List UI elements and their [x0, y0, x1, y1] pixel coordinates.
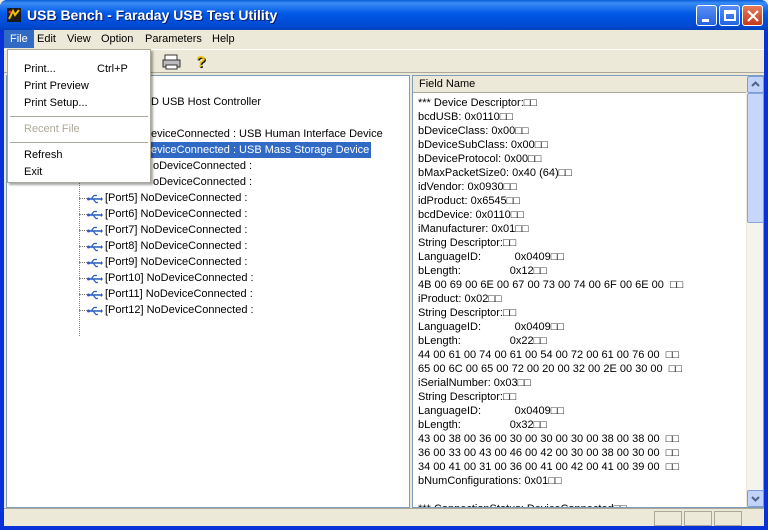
menu-item-refresh[interactable]: Refresh	[8, 147, 150, 164]
usb-icon	[87, 257, 103, 268]
descriptor-row: iManufacturer: 0x01□□	[418, 223, 529, 235]
descriptor-row: 36 00 33 00 43 00 46 00 42 00 30 00 38 0…	[418, 447, 680, 459]
descriptor-row: 65 00 6C 00 65 00 72 00 20 00 32 00 2E 0…	[418, 363, 683, 375]
tree-label: [Port6] NoDeviceConnected :	[105, 208, 248, 220]
descriptor-detail-pane[interactable]: Field Name *** Device Descriptor:□□ bcdUS…	[412, 75, 764, 508]
printer-icon	[162, 54, 181, 70]
tree-label: [Port8] NoDeviceConnected :	[105, 240, 248, 252]
close-icon	[747, 10, 759, 22]
app-icon	[7, 8, 21, 22]
descriptor-row: bNumConfigurations: 0x01□□	[418, 475, 562, 487]
help-question-icon: ? ?	[196, 54, 207, 72]
minimize-button[interactable]	[696, 5, 717, 26]
minimize-icon	[702, 19, 709, 22]
usb-icon	[87, 209, 103, 220]
scroll-thumb[interactable]	[747, 93, 763, 223]
chevron-down-icon	[751, 496, 760, 502]
status-cell	[684, 511, 712, 526]
print-button[interactable]	[161, 52, 183, 72]
svg-text:?: ?	[196, 54, 206, 71]
tree-label: [Port7] NoDeviceConnected :	[105, 224, 248, 236]
descriptor-row: LanguageID: 0x0409□□	[418, 405, 564, 417]
menu-file[interactable]: File	[4, 30, 34, 48]
tree-connector	[79, 176, 80, 336]
file-menu-dropdown: Print... Ctrl+P Print Preview Print Setu…	[7, 49, 151, 183]
tree-label: D USB Host Controller	[151, 96, 262, 108]
descriptor-row: bMaxPacketSize0: 0x40 (64)□□	[418, 167, 572, 179]
usb-icon	[87, 289, 103, 300]
menu-view[interactable]: View	[61, 30, 97, 48]
usb-icon	[87, 305, 103, 316]
descriptor-row: idProduct: 0x6545□□	[418, 195, 520, 207]
usb-icon	[87, 273, 103, 284]
tree-label: [Port5] NoDeviceConnected :	[105, 192, 248, 204]
descriptor-row: bDeviceSubClass: 0x00□□	[418, 139, 549, 151]
close-button[interactable]	[742, 5, 763, 26]
window-title: USB Bench - Faraday USB Test Utility	[27, 7, 278, 23]
vertical-scrollbar[interactable]	[746, 76, 763, 507]
scroll-down-button[interactable]	[747, 490, 763, 507]
descriptor-row: iProduct: 0x02□□	[418, 293, 502, 305]
descriptor-row: 43 00 38 00 36 00 30 00 30 00 30 00 38 0…	[418, 433, 680, 445]
tree-label: oDeviceConnected :	[153, 160, 253, 172]
descriptor-row: String Descriptor:□□	[418, 307, 517, 319]
maximize-icon	[724, 10, 736, 21]
column-header-field-name[interactable]: Field Name	[413, 76, 747, 93]
descriptor-row: bLength: 0x22□□	[418, 335, 547, 347]
menu-shortcut: Ctrl+P	[97, 63, 128, 75]
menu-item-print-setup[interactable]: Print Setup...	[8, 95, 150, 112]
app-window: USB Bench - Faraday USB Test Utility Fil…	[0, 0, 768, 530]
status-cell	[654, 511, 682, 526]
descriptor-row: bcdUSB: 0x0110□□	[418, 111, 514, 123]
menu-item-label: Print...	[24, 63, 56, 75]
tree-label: [Port10] NoDeviceConnected :	[105, 272, 254, 284]
usb-icon	[87, 241, 103, 252]
menu-parameters[interactable]: Parameters	[139, 30, 208, 48]
tree-label: [Port12] NoDeviceConnected :	[105, 304, 254, 316]
descriptor-row: bDeviceClass: 0x00□□	[418, 125, 529, 137]
tree-label: eviceConnected : USB Human Interface Dev…	[151, 128, 383, 140]
tree-label: oDeviceConnected :	[153, 176, 253, 188]
descriptor-row: LanguageID: 0x0409□□	[418, 321, 564, 333]
menu-separator	[10, 116, 148, 117]
menu-option[interactable]: Option	[95, 30, 139, 48]
descriptor-row: String Descriptor:□□	[418, 391, 517, 403]
maximize-button[interactable]	[719, 5, 740, 26]
descriptor-row: idVendor: 0x0930□□	[418, 181, 517, 193]
status-cell	[714, 511, 742, 526]
descriptor-row: 34 00 41 00 31 00 36 00 41 00 42 00 41 0…	[418, 461, 680, 473]
tree-label-selected: eviceConnected : USB Mass Storage Device	[149, 142, 372, 158]
descriptor-row: bLength: 0x12□□	[418, 265, 547, 277]
usb-icon	[87, 225, 103, 236]
scroll-up-button[interactable]	[747, 76, 763, 93]
chevron-up-icon	[751, 81, 760, 87]
descriptor-row: LanguageID: 0x0409□□	[418, 251, 564, 263]
descriptor-row: 44 00 61 00 74 00 61 00 54 00 72 00 61 0…	[418, 349, 680, 361]
menu-edit[interactable]: Edit	[31, 30, 62, 48]
descriptor-row: bLength: 0x32□□	[418, 419, 547, 431]
menu-help[interactable]: Help	[206, 30, 241, 48]
help-button[interactable]: ? ?	[190, 52, 212, 72]
menu-item-recent-file: Recent File	[24, 123, 80, 135]
descriptor-row: bDeviceProtocol: 0x00□□	[418, 153, 542, 165]
menu-separator	[10, 142, 148, 143]
title-bar[interactable]: USB Bench - Faraday USB Test Utility	[0, 0, 768, 30]
descriptor-row: 4B 00 69 00 6E 00 67 00 73 00 74 00 6F 0…	[418, 279, 684, 291]
tree-label: [Port11] NoDeviceConnected :	[105, 288, 253, 300]
status-bar	[4, 508, 764, 526]
usb-icon	[87, 193, 103, 204]
descriptor-row: bcdDevice: 0x0110□□	[418, 209, 525, 221]
descriptor-row: *** Device Descriptor:□□	[418, 97, 538, 109]
descriptor-row: String Descriptor:□□	[418, 237, 517, 249]
descriptor-row: iSerialNumber: 0x03□□	[418, 377, 531, 389]
menu-item-print-preview[interactable]: Print Preview	[8, 78, 150, 95]
tree-label: [Port9] NoDeviceConnected :	[105, 256, 248, 268]
menu-bar: File Edit View Option Parameters Help	[4, 30, 764, 48]
menu-item-exit[interactable]: Exit	[8, 164, 150, 181]
menu-item-print[interactable]: Print... Ctrl+P	[8, 61, 150, 78]
